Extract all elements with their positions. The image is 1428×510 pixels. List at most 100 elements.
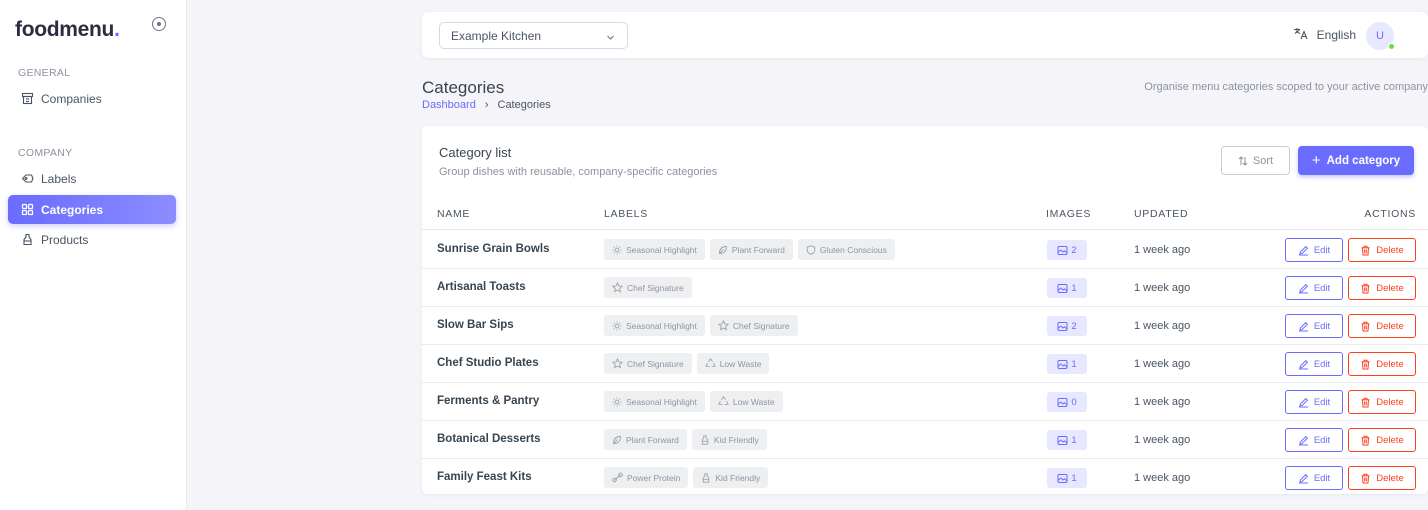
breadcrumb-separator: › (484, 99, 489, 111)
label-chip: Chef Signature (604, 353, 692, 374)
edit-button[interactable]: Edit (1285, 238, 1343, 262)
sidebar-item-products[interactable]: Products (8, 225, 176, 254)
plus-icon: + (1311, 152, 1321, 169)
star-icon (717, 320, 729, 331)
updated-time: 1 week ago (1134, 358, 1191, 370)
delete-label: Delete (1376, 282, 1404, 294)
images-count-badge[interactable]: 2 (1047, 316, 1087, 336)
labels-cell: Seasonal Highlight Low Waste (604, 391, 788, 412)
images-count: 1 (1071, 434, 1077, 446)
sidebar-toggle-icon[interactable] (152, 17, 166, 31)
translate-icon (1293, 27, 1309, 43)
grid-icon (20, 203, 34, 217)
delete-label: Delete (1376, 472, 1404, 484)
images-count-badge[interactable]: 2 (1047, 240, 1087, 260)
brand-logo[interactable]: foodmenu. (15, 18, 120, 42)
table-row: Botanical Desserts Plant Forward Kid Frie… (422, 421, 1428, 459)
category-list-card: Category list Group dishes with reusable… (422, 126, 1428, 494)
trash-icon (1360, 321, 1371, 332)
sidebar-item-labels[interactable]: Labels (8, 164, 176, 193)
label-chip-text: Low Waste (732, 396, 775, 407)
header-updated: UPDATED (1134, 208, 1189, 220)
label-chip-text: Seasonal Highlight (626, 320, 697, 331)
bottle-icon (700, 434, 710, 445)
language-label: English (1316, 28, 1356, 42)
edit-button[interactable]: Edit (1285, 428, 1343, 452)
label-chip: Chef Signature (709, 315, 798, 336)
trash-icon (1360, 283, 1371, 294)
avatar[interactable]: U (1366, 22, 1395, 50)
language-switcher[interactable]: English (1293, 27, 1356, 43)
sidebar: foodmenu. GENERAL Companies COMPANY Labe… (0, 0, 187, 510)
edit-label: Edit (1313, 396, 1331, 408)
recycle-icon (705, 358, 716, 369)
add-category-button[interactable]: + Add category (1298, 146, 1414, 175)
trash-icon (1360, 359, 1371, 370)
page-title: Categories (422, 78, 505, 97)
building-icon (20, 92, 34, 106)
images-count-badge[interactable]: 0 (1047, 392, 1087, 412)
sidebar-item-label: Companies (41, 91, 102, 106)
delete-button[interactable]: Delete (1348, 428, 1416, 452)
image-icon (1057, 473, 1068, 484)
delete-button[interactable]: Delete (1348, 238, 1416, 262)
leaf-icon (612, 435, 622, 445)
images-count-badge[interactable]: 1 (1047, 278, 1087, 298)
sort-label: Sort (1252, 154, 1274, 167)
delete-button[interactable]: Delete (1348, 352, 1416, 376)
image-icon (1057, 359, 1068, 370)
edit-button[interactable]: Edit (1285, 276, 1343, 300)
table-row: Family Feast Kits Power Protein Kid Frien… (422, 459, 1428, 497)
dumbbell-icon (612, 472, 623, 483)
label-chip-text: Kid Friendly (713, 434, 759, 445)
section-label-general: GENERAL (18, 67, 71, 79)
edit-label: Edit (1313, 244, 1331, 256)
star-icon (612, 282, 623, 293)
updated-time: 1 week ago (1134, 396, 1191, 408)
table-row: Chef Studio Plates Chef Signature Low Was… (422, 345, 1428, 383)
pencil-icon (1298, 245, 1309, 256)
edit-label: Edit (1313, 472, 1331, 484)
delete-button[interactable]: Delete (1348, 466, 1416, 490)
labels-cell: Power Protein Kid Friendly (604, 467, 773, 488)
label-chip: Low Waste (696, 353, 770, 374)
labels-cell: Seasonal Highlight Chef Signature (604, 315, 803, 336)
avatar-initial: U (1376, 30, 1384, 42)
label-chip-text: Plant Forward (626, 434, 679, 445)
images-count-badge[interactable]: 1 (1047, 430, 1087, 450)
breadcrumb-current: Categories (497, 99, 551, 111)
trash-icon (1360, 473, 1371, 484)
brand-dot: . (114, 18, 120, 41)
sidebar-item-label: Labels (41, 171, 77, 186)
sidebar-item-categories[interactable]: Categories (8, 195, 176, 224)
edit-button[interactable]: Edit (1285, 390, 1343, 414)
page-description: Organise menu categories scoped to your … (1144, 81, 1428, 93)
table-row: Slow Bar Sips Seasonal Highlight Chef Sig… (422, 307, 1428, 345)
sort-button[interactable]: Sort (1221, 146, 1290, 175)
delete-button[interactable]: Delete (1348, 276, 1416, 300)
delete-button[interactable]: Delete (1348, 390, 1416, 414)
images-count-badge[interactable]: 1 (1047, 354, 1087, 374)
edit-button[interactable]: Edit (1285, 314, 1343, 338)
sidebar-item-companies[interactable]: Companies (8, 84, 176, 113)
category-name: Botanical Desserts (437, 433, 541, 445)
edit-button[interactable]: Edit (1285, 352, 1343, 376)
card-subtitle: Group dishes with reusable, company-spec… (439, 166, 718, 178)
labels-cell: Seasonal Highlight Plant Forward Gluten Co… (604, 239, 900, 260)
header-actions: ACTIONS (1364, 208, 1416, 220)
edit-button[interactable]: Edit (1285, 466, 1343, 490)
delete-label: Delete (1376, 358, 1404, 370)
edit-label: Edit (1313, 282, 1331, 294)
label-chip-text: Gluten Conscious (819, 244, 887, 255)
images-count: 1 (1071, 358, 1077, 370)
label-chip: Plant Forward (604, 429, 687, 450)
edit-label: Edit (1313, 320, 1331, 332)
breadcrumb-dashboard[interactable]: Dashboard (422, 99, 476, 111)
label-chip-text: Plant Forward (731, 244, 785, 255)
online-status-dot (1388, 43, 1395, 50)
table-row: Ferments & Pantry Seasonal Highlight Low … (422, 383, 1428, 421)
category-name: Sunrise Grain Bowls (437, 243, 550, 255)
delete-button[interactable]: Delete (1348, 314, 1416, 338)
images-count-badge[interactable]: 1 (1047, 468, 1087, 488)
kitchen-select[interactable]: Example Kitchen (439, 22, 628, 49)
